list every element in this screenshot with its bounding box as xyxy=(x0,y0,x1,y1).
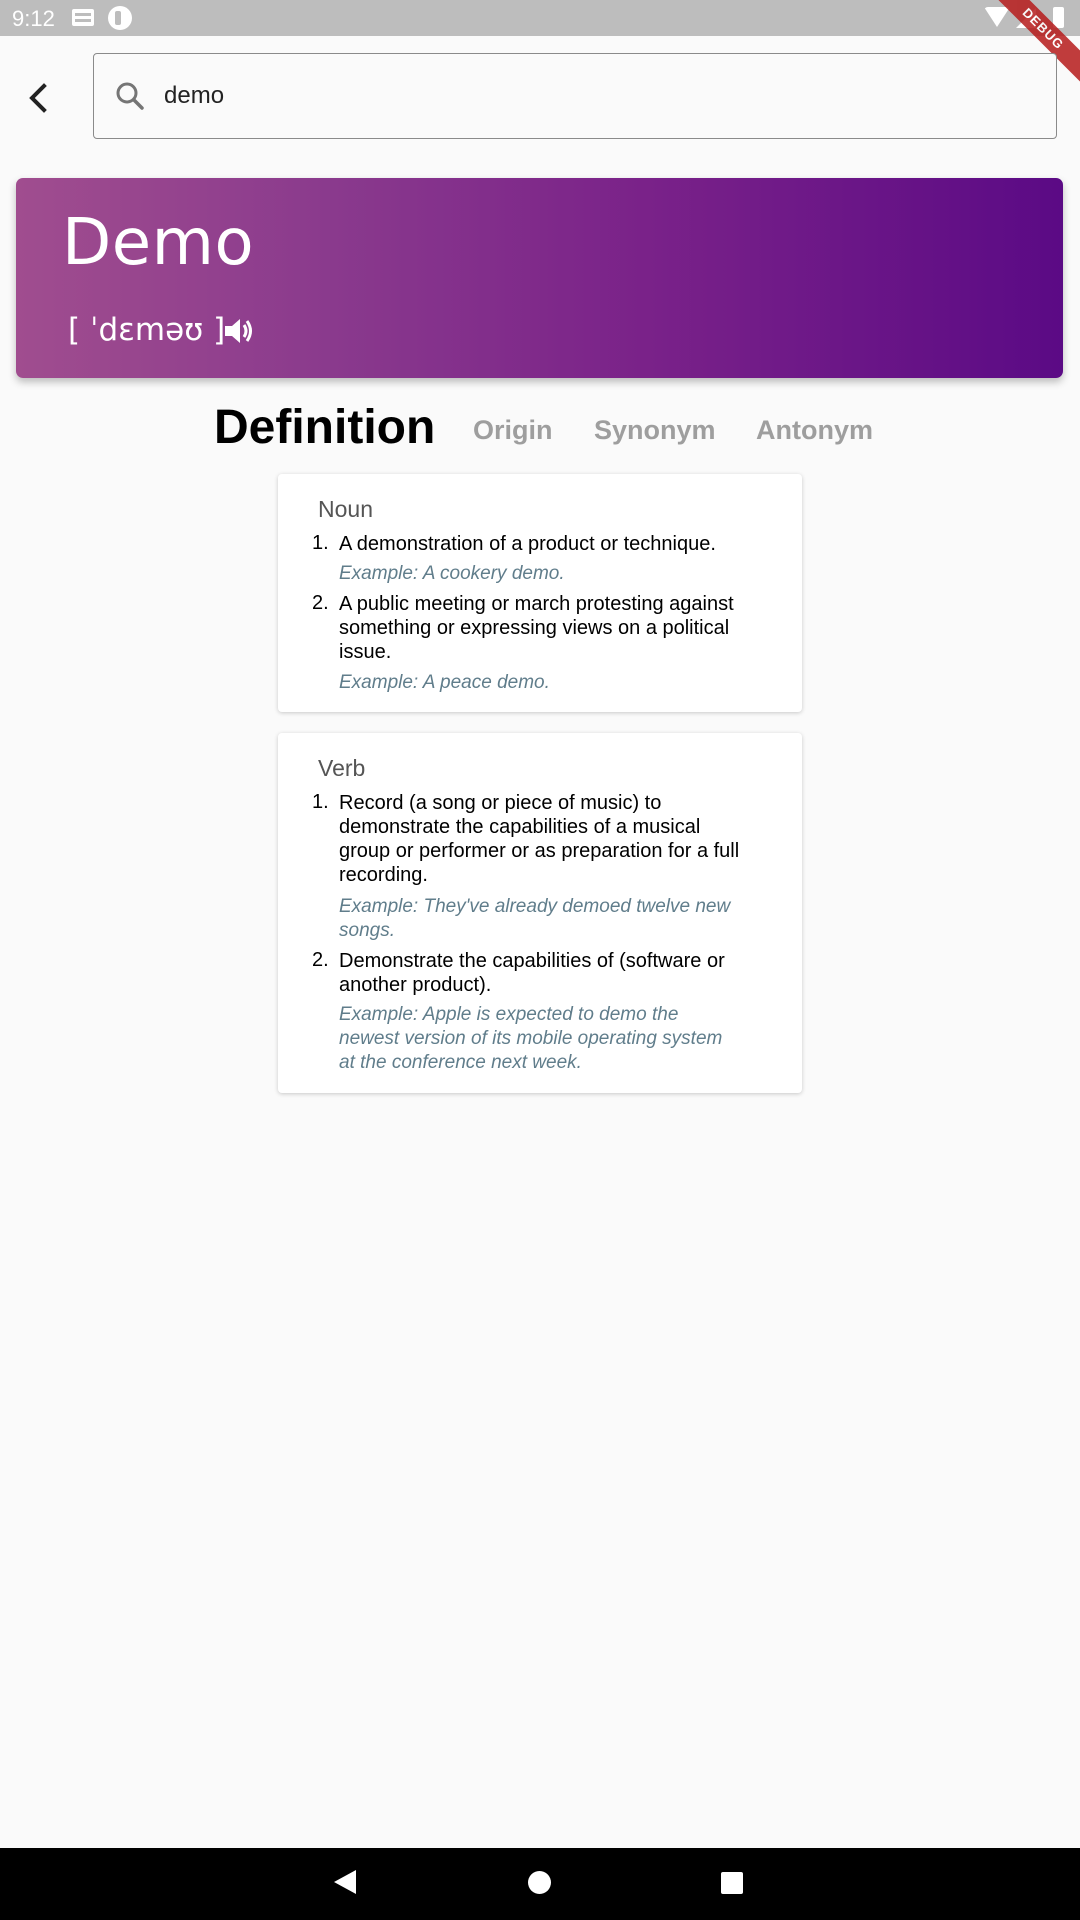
sense-number: 2. xyxy=(312,949,329,971)
definition-line: A demonstration of a product or techniqu… xyxy=(339,533,716,555)
definition-card-verb: Verb 1. Record (a song or piece of music… xyxy=(278,733,802,1093)
status-bar: 9:12 xyxy=(0,0,1080,36)
definition-line: A public meeting or march protesting aga… xyxy=(339,593,734,615)
definition-line: recording. xyxy=(339,864,428,886)
example-line: Example: A peace demo. xyxy=(339,672,550,693)
definition-card-noun: Noun 1. A demonstration of a product or … xyxy=(278,474,802,712)
example-line: songs. xyxy=(339,920,395,941)
sense-example: Example: A cookery demo. xyxy=(339,562,769,586)
sense-definition: Demonstrate the capabilities of (softwar… xyxy=(339,949,769,997)
definition-line: Demonstrate the capabilities of (softwar… xyxy=(339,950,725,972)
definition-line: another product). xyxy=(339,974,492,996)
word-title: Demo xyxy=(62,206,255,280)
definition-line: issue. xyxy=(339,641,392,663)
definition-line: demonstrate the capabilities of a musica… xyxy=(339,816,701,838)
example-line: Example: They've already demoed twelve n… xyxy=(339,896,731,917)
pronounce-button[interactable] xyxy=(222,314,256,348)
example-line: newest version of its mobile operating s… xyxy=(339,1028,723,1049)
sense-definition: A demonstration of a product or techniqu… xyxy=(339,532,769,556)
app-notification-icon xyxy=(108,6,132,30)
nav-recents-icon[interactable] xyxy=(721,1872,743,1894)
sense-number: 2. xyxy=(312,592,329,614)
tab-antonym[interactable]: Antonym xyxy=(756,415,873,446)
chevron-left-icon xyxy=(29,83,47,113)
part-of-speech: Verb xyxy=(318,755,366,781)
film-icon xyxy=(72,9,94,26)
sense-example: Example: Apple is expected to demo the n… xyxy=(339,1003,769,1075)
definition-line: something or expressing views on a polit… xyxy=(339,617,730,639)
example-line: Example: Apple is expected to demo the xyxy=(339,1004,679,1025)
status-time: 9:12 xyxy=(12,6,55,31)
sense-number: 1. xyxy=(312,791,329,813)
back-button[interactable] xyxy=(18,76,58,120)
example-line: Example: A cookery demo. xyxy=(339,563,565,584)
definition-line: group or performer or as preparation for… xyxy=(339,840,740,862)
system-nav-bar xyxy=(0,1848,1080,1920)
search-input[interactable] xyxy=(164,68,1024,124)
tab-definition[interactable]: Definition xyxy=(214,400,435,455)
search-icon xyxy=(116,82,144,110)
sense-number: 1. xyxy=(312,532,329,554)
sense-definition: A public meeting or march protesting aga… xyxy=(339,592,769,664)
search-box[interactable] xyxy=(93,53,1057,139)
part-of-speech: Noun xyxy=(318,496,373,522)
section-tabs: Definition Origin Synonym Antonym xyxy=(0,398,1080,464)
sense-example: Example: A peace demo. xyxy=(339,671,769,695)
tab-origin[interactable]: Origin xyxy=(473,415,553,446)
tab-synonym[interactable]: Synonym xyxy=(594,415,716,446)
nav-home-icon[interactable] xyxy=(528,1871,551,1894)
sense-definition: Record (a song or piece of music) to dem… xyxy=(339,791,769,887)
word-header-card: Demo [ ˈdɛməʊ ] xyxy=(16,178,1063,378)
definition-line: Record (a song or piece of music) to xyxy=(339,792,662,814)
speaker-icon xyxy=(225,319,252,343)
example-line: at the conference next week. xyxy=(339,1052,582,1073)
word-phonetic: [ ˈdɛməʊ ] xyxy=(68,312,226,348)
wifi-icon xyxy=(984,7,1010,27)
sense-example: Example: They've already demoed twelve n… xyxy=(339,895,769,943)
nav-back-icon[interactable] xyxy=(334,1870,356,1894)
